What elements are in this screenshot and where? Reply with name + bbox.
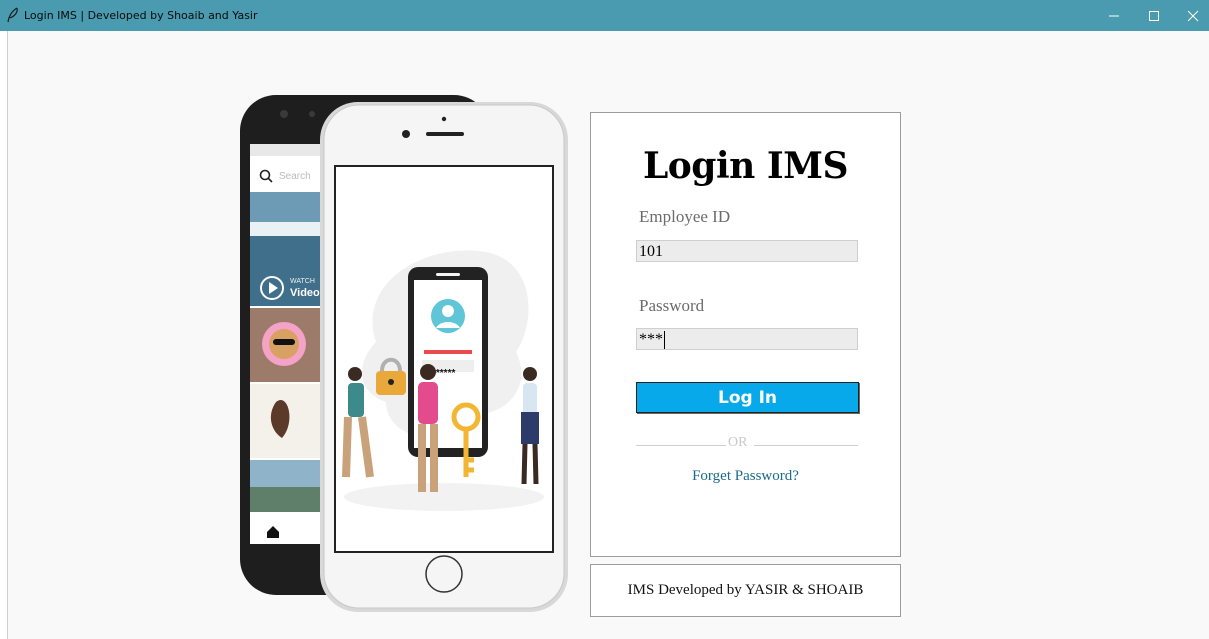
watch-label: WATCH: [290, 278, 315, 285]
window-titlebar: Login IMS | Developed by Shoaib and Yasi…: [0, 0, 1209, 31]
video-label: Video: [290, 287, 320, 299]
close-button[interactable]: [1173, 0, 1209, 31]
or-divider-left: [636, 445, 726, 446]
login-button[interactable]: Log In: [636, 382, 859, 413]
phones-illustration: Search WATCH Video ******: [240, 95, 568, 612]
text-caret: [664, 331, 665, 350]
employee-id-input[interactable]: 101: [636, 240, 858, 262]
employee-id-label: Employee ID: [639, 207, 731, 226]
search-placeholder: Search: [279, 171, 311, 182]
or-divider-right: [754, 445, 858, 446]
login-heading: Login IMS: [642, 145, 849, 187]
maximize-icon: [1149, 10, 1159, 21]
password-label: Password: [639, 296, 705, 315]
employee-id-value: 101: [639, 243, 663, 260]
or-label: OR: [728, 435, 748, 450]
feather-app-icon: [7, 7, 18, 23]
footer-text: IMS Developed by YASIR & SHOAIB: [627, 582, 864, 598]
minimize-button[interactable]: [1094, 0, 1134, 31]
footer-card: IMS Developed by YASIR & SHOAIB: [590, 564, 901, 617]
login-card: Login IMS Employee ID 101 Password *** L…: [590, 112, 901, 557]
password-input[interactable]: ***: [636, 328, 858, 350]
window-left-edge: [0, 31, 8, 639]
password-value: ***: [639, 331, 663, 348]
window-title: Login IMS | Developed by Shoaib and Yasi…: [24, 9, 258, 22]
minimize-icon: [1109, 15, 1119, 16]
close-icon: [1187, 10, 1199, 21]
maximize-button[interactable]: [1134, 0, 1174, 31]
forgot-password-link[interactable]: Forget Password?: [591, 468, 900, 485]
